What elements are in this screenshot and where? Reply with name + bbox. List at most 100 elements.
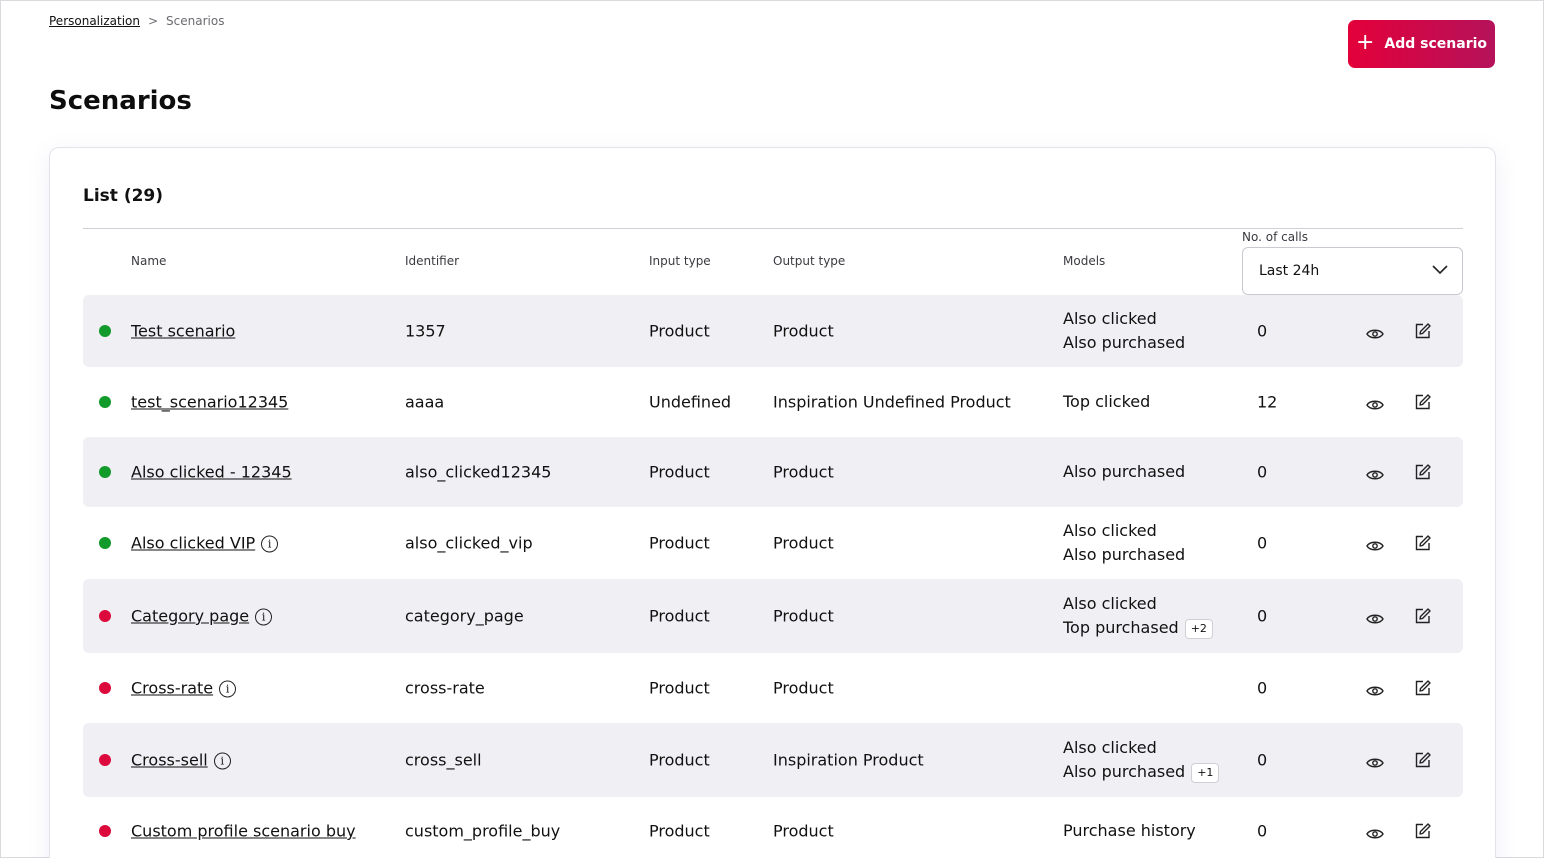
scenario-name-link[interactable]: Also clicked - 12345 [131, 463, 292, 482]
scenario-models: Also clicked Also purchased [1063, 519, 1185, 567]
info-icon[interactable]: i [213, 752, 231, 770]
scenario-name-link[interactable]: test_scenario12345 [131, 393, 288, 412]
scenario-name-cell: Also clicked - 12345 [131, 463, 292, 482]
scenario-input-type: Product [649, 462, 710, 482]
scenario-calls: 12 [1257, 392, 1278, 412]
scenario-models: Also clicked Top purchased +2 [1063, 592, 1213, 640]
column-header-input-type[interactable]: Input type [649, 254, 711, 268]
info-icon[interactable]: i [219, 680, 237, 698]
scenario-output-type: Product [773, 462, 834, 482]
scenario-identifier: also_clicked_vip [405, 533, 533, 553]
scenario-output-type: Product [773, 533, 834, 553]
eye-icon[interactable] [1366, 682, 1384, 696]
scenario-calls: 0 [1257, 321, 1268, 341]
scenario-name-link[interactable]: Cross-sell [131, 751, 208, 770]
model-name: Also clicked [1063, 309, 1157, 328]
model-name: Top clicked [1063, 392, 1151, 411]
scenario-name-link[interactable]: Also clicked VIP [131, 534, 255, 553]
scenario-input-type: Undefined [649, 392, 732, 412]
model-name: Also purchased [1063, 545, 1186, 564]
edit-icon[interactable] [1414, 323, 1431, 340]
breadcrumb-separator: > [147, 14, 159, 28]
column-header-calls: No. of calls [1242, 230, 1308, 244]
scenario-input-type: Product [649, 321, 710, 341]
eye-icon[interactable] [1366, 537, 1384, 551]
edit-icon[interactable] [1414, 752, 1431, 769]
column-header-models[interactable]: Models [1063, 254, 1105, 268]
chevron-down-icon [1432, 265, 1448, 275]
eye-icon[interactable] [1366, 754, 1384, 768]
table-row: Also clicked VIP i also_clicked_vip Product… [83, 507, 1463, 579]
model-name-line: Top purchased +2 [1063, 616, 1213, 640]
scenario-list-card: List (29) Name Identifier Input type Out… [49, 147, 1496, 858]
scenario-name-link[interactable]: Test scenario [131, 322, 235, 341]
edit-icon[interactable] [1414, 680, 1431, 697]
column-header-output-type[interactable]: Output type [773, 254, 845, 268]
status-indicator-active [99, 325, 111, 337]
scenario-input-type: Product [649, 821, 710, 841]
column-header-name[interactable]: Name [131, 254, 166, 268]
table-row: Cross-rate i cross-rate Product Product 0 [83, 654, 1463, 722]
table-row: Category page i category_page Product Produc… [83, 579, 1463, 653]
eye-icon[interactable] [1366, 466, 1384, 480]
table-row: test_scenario12345 aaaa Undefined Inspirati… [83, 368, 1463, 436]
scenario-output-type: Inspiration Undefined Product [773, 392, 1011, 412]
edit-icon[interactable] [1414, 394, 1431, 411]
scenario-identifier: cross-rate [405, 678, 485, 698]
scenario-output-type: Product [773, 678, 834, 698]
scenario-input-type: Product [649, 606, 710, 626]
eye-icon[interactable] [1366, 396, 1384, 410]
more-models-badge[interactable]: +2 [1184, 618, 1213, 639]
scenario-calls: 0 [1257, 533, 1268, 553]
edit-icon[interactable] [1414, 823, 1431, 840]
scenario-calls: 0 [1257, 750, 1268, 770]
eye-icon[interactable] [1366, 610, 1384, 624]
scenario-input-type: Product [649, 750, 710, 770]
table-row: Cross-sell i cross_sell Product Inspiration … [83, 723, 1463, 797]
table-row: Custom profile scenario buy custom_profil… [83, 797, 1463, 858]
scenario-models: Top clicked [1063, 390, 1150, 414]
table-row: Test scenario 1357 Product Product Also clic… [83, 295, 1463, 367]
list-title: List (29) [83, 186, 164, 206]
scenario-name-cell: Cross-sell i [131, 751, 231, 770]
status-indicator-active [99, 396, 111, 408]
info-icon[interactable]: i [255, 608, 273, 626]
edit-icon[interactable] [1414, 464, 1431, 481]
scenario-name-link[interactable]: Custom profile scenario buy [131, 822, 356, 841]
model-name: Also purchased [1063, 762, 1186, 781]
scenario-name-link[interactable]: Cross-rate [131, 679, 213, 698]
scenario-name-cell: Also clicked VIP i [131, 534, 279, 553]
scenario-output-type: Product [773, 606, 834, 626]
info-icon[interactable]: i [261, 535, 279, 553]
model-name: Also purchased [1063, 462, 1186, 481]
breadcrumb-personalization[interactable]: Personalization [49, 14, 140, 28]
breadcrumb: Personalization > Scenarios [49, 14, 224, 28]
scenario-identifier: 1357 [405, 321, 446, 341]
eye-icon[interactable] [1366, 325, 1384, 339]
eye-icon[interactable] [1366, 825, 1384, 839]
scenario-identifier: also_clicked12345 [405, 462, 552, 482]
scenario-models: Also clicked Also purchased [1063, 307, 1185, 355]
scenario-calls: 0 [1257, 462, 1268, 482]
page-title: Scenarios [49, 86, 192, 116]
scenario-output-type: Product [773, 321, 834, 341]
model-name: Also clicked [1063, 738, 1157, 757]
scenario-name-cell: test_scenario12345 [131, 393, 288, 412]
edit-icon[interactable] [1414, 608, 1431, 625]
add-scenario-button[interactable]: + Add scenario [1348, 20, 1495, 68]
scenario-calls: 0 [1257, 821, 1268, 841]
column-header-identifier[interactable]: Identifier [405, 254, 459, 268]
calls-period-select[interactable]: Last 24h [1242, 247, 1463, 295]
calls-period-value: Last 24h [1259, 263, 1320, 279]
scenario-name-cell: Cross-rate i [131, 679, 237, 698]
status-indicator-inactive [99, 610, 111, 622]
more-models-badge[interactable]: +1 [1191, 762, 1220, 783]
status-indicator-active [99, 466, 111, 478]
scenario-calls: 0 [1257, 606, 1268, 626]
edit-icon[interactable] [1414, 535, 1431, 552]
scenario-models: Also purchased [1063, 460, 1185, 484]
model-name-line: Also purchased +1 [1063, 760, 1220, 784]
status-indicator-inactive [99, 754, 111, 766]
scenario-identifier: aaaa [405, 392, 445, 412]
scenario-name-link[interactable]: Category page [131, 607, 249, 626]
